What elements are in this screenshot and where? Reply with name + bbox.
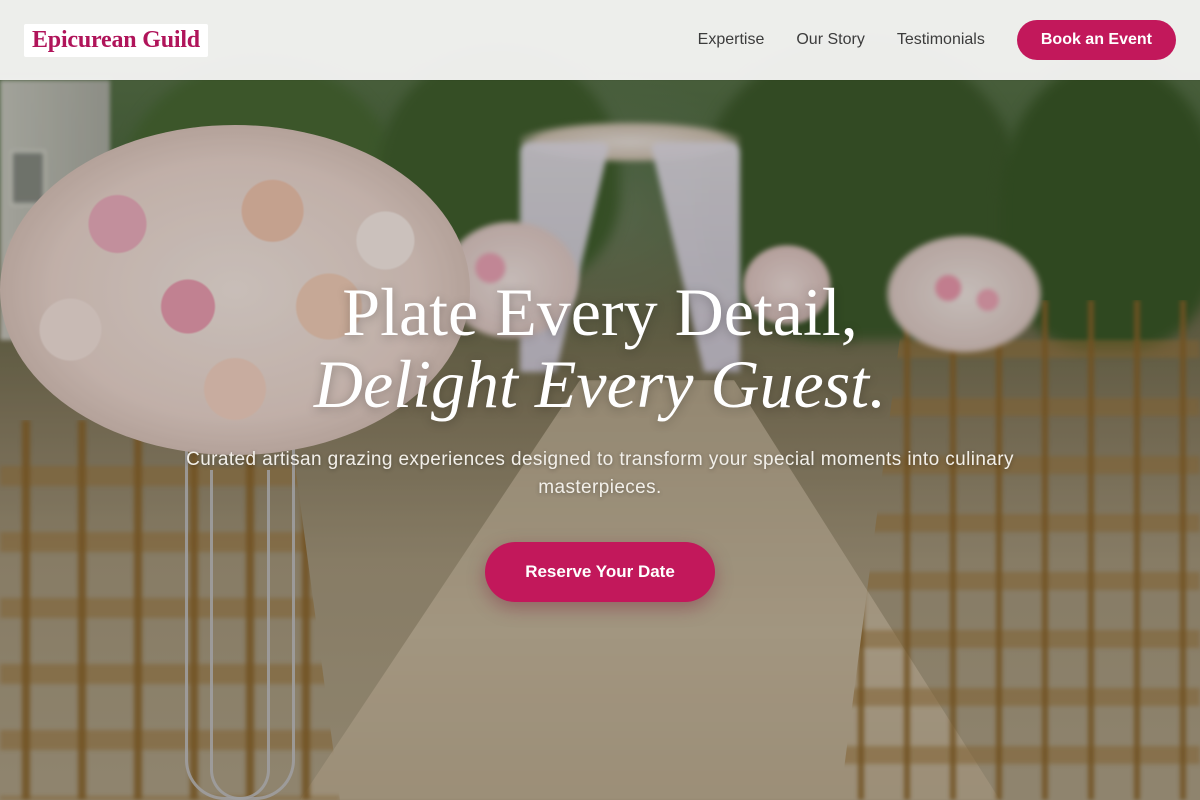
hero-subtitle: Curated artisan grazing experiences desi… <box>186 449 1014 498</box>
reserve-date-button[interactable]: Reserve Your Date <box>485 542 715 602</box>
book-event-button[interactable]: Book an Event <box>1016 20 1176 60</box>
landing-page: Epicurean Guild Expertise Our Story Test… <box>0 0 1200 800</box>
nav-link-testimonials[interactable]: Testimonials <box>897 31 985 49</box>
hero-title-line2: Delight Every Guest. <box>313 346 887 422</box>
nav-link-our-story[interactable]: Our Story <box>796 31 864 49</box>
main-nav: Expertise Our Story Testimonials Book an… <box>666 20 1176 60</box>
hero-section: Plate Every Detail, Delight Every Guest.… <box>0 276 1200 602</box>
nav-link-expertise[interactable]: Expertise <box>698 31 765 49</box>
site-header: Epicurean Guild Expertise Our Story Test… <box>0 0 1200 80</box>
hero-title: Plate Every Detail, Delight Every Guest. <box>0 276 1200 420</box>
site-logo[interactable]: Epicurean Guild <box>24 23 208 57</box>
hero-title-line1: Plate Every Detail, <box>342 274 858 350</box>
